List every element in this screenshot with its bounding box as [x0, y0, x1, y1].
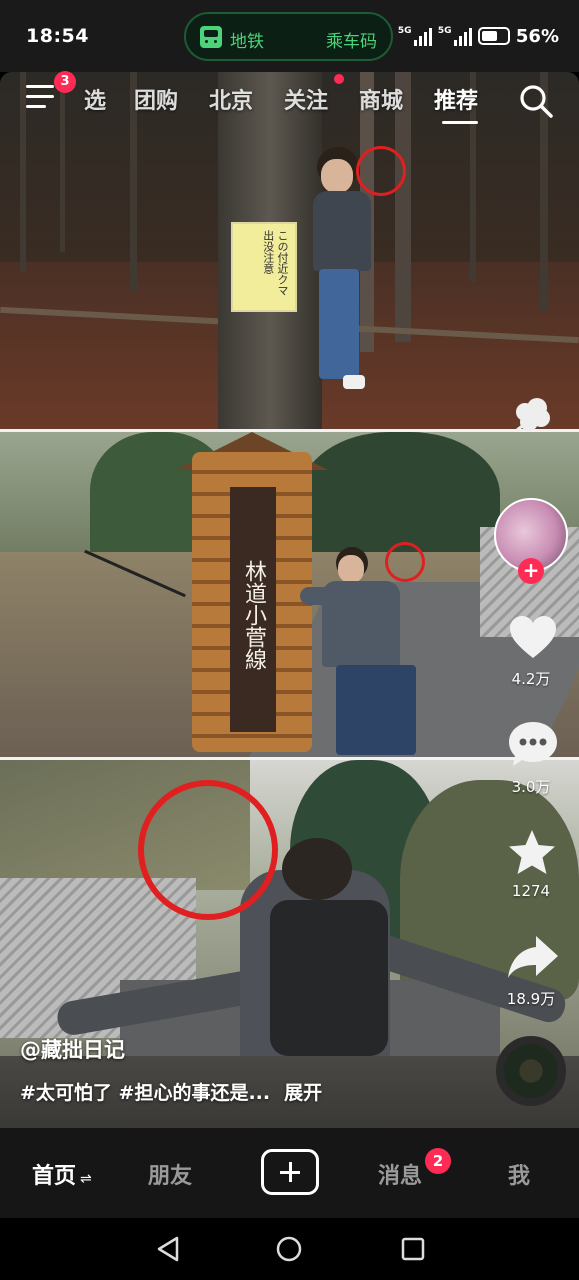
- signal-icon: 5G: [398, 26, 432, 46]
- comment-count: 3.0万: [511, 778, 551, 796]
- video-feed[interactable]: この付近クマ出没注意 林道小菅線: [0, 72, 579, 1128]
- tab-home-label: 首页: [32, 1164, 77, 1189]
- tab-friends[interactable]: 朋友: [148, 1158, 192, 1190]
- refresh-icon: ⇌: [80, 1171, 92, 1187]
- tab-recommended[interactable]: 推荐: [434, 83, 478, 115]
- back-icon[interactable]: [156, 1236, 180, 1262]
- status-bar: 18:54 地铁 乘车码 5G 5G 56%: [0, 0, 579, 72]
- tab-home[interactable]: 首页 ⇌: [32, 1158, 92, 1190]
- top-nav: 3 选 团购 北京 关注 商城 推荐: [0, 71, 579, 128]
- favorite-count: 1274: [511, 882, 551, 900]
- bottom-tab-bar: 首页 ⇌ 朋友 消息 2 我: [0, 1128, 579, 1218]
- tab-group-buy[interactable]: 团购: [134, 83, 178, 115]
- share-arrow-icon[interactable]: [506, 934, 560, 980]
- tab-messages[interactable]: 消息: [378, 1158, 422, 1190]
- create-plus-button[interactable]: [261, 1149, 319, 1195]
- menu-icon[interactable]: [26, 85, 54, 109]
- like-heart-icon[interactable]: [508, 614, 558, 660]
- status-icons: 5G 5G 56%: [398, 24, 559, 48]
- music-disc[interactable]: [496, 1036, 566, 1106]
- share-count: 18.9万: [506, 990, 556, 1008]
- tab-beijing[interactable]: 北京: [209, 83, 253, 115]
- home-circle-icon[interactable]: [276, 1236, 302, 1262]
- active-tab-indicator: [442, 121, 478, 124]
- effect-icon[interactable]: [511, 396, 555, 436]
- transit-pill[interactable]: 地铁 乘车码: [184, 12, 393, 61]
- messages-badge: 2: [425, 1148, 451, 1174]
- backpack: [270, 900, 388, 1056]
- bear-warning-sign: この付近クマ出没注意: [231, 222, 297, 312]
- red-circle-highlight-3: [138, 780, 278, 920]
- red-circle-highlight-2: [385, 542, 425, 582]
- signal-icon-2: 5G: [438, 26, 472, 46]
- menu-badge: 3: [54, 71, 76, 93]
- follow-plus-icon[interactable]: +: [518, 558, 544, 584]
- photo-roadsign: 林道小菅線: [0, 432, 579, 757]
- system-nav-bar: [0, 1218, 579, 1280]
- trail-signboard: 林道小菅線: [230, 487, 276, 732]
- clock: 18:54: [26, 25, 89, 47]
- post-caption: #太可怕了 #担心的事还是... 展开: [20, 1078, 322, 1105]
- following-dot: [334, 74, 344, 84]
- recents-square-icon[interactable]: [401, 1237, 425, 1261]
- comment-icon[interactable]: [507, 720, 559, 768]
- tab-following[interactable]: 关注: [284, 83, 328, 115]
- tab-mall[interactable]: 商城: [359, 83, 403, 115]
- caption-text: #太可怕了 #担心的事还是...: [20, 1082, 271, 1104]
- expand-link[interactable]: 展开: [284, 1082, 322, 1104]
- battery-icon: [477, 27, 510, 45]
- red-circle-highlight: [356, 146, 406, 196]
- battery-percent: 56%: [515, 25, 559, 47]
- photo-outstretched: [0, 760, 579, 1056]
- metro-icon: [200, 26, 222, 48]
- tab-me[interactable]: 我: [508, 1158, 530, 1190]
- tab-featured[interactable]: 选: [84, 83, 106, 115]
- favorite-star-icon[interactable]: [506, 828, 558, 878]
- like-count: 4.2万: [511, 670, 551, 688]
- metro-label: 地铁: [230, 32, 264, 52]
- search-icon[interactable]: [519, 84, 553, 118]
- author-name[interactable]: @藏拙日记: [20, 1034, 125, 1064]
- ride-code-label: 乘车码: [326, 32, 377, 52]
